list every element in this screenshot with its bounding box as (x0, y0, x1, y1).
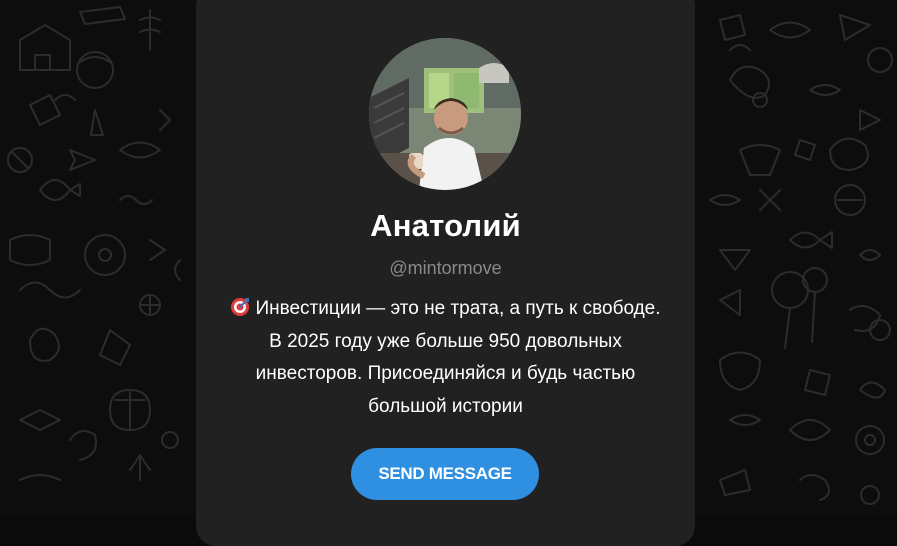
bio-line: большой истории (368, 395, 523, 417)
profile-name: Анатолий (370, 208, 521, 243)
profile-bio: Инвестиции — это не трата, а путь к своб… (206, 293, 685, 423)
send-message-button[interactable]: SEND MESSAGE (351, 448, 539, 500)
bio-line: Инвестиции — это не трата, а путь к своб… (206, 293, 685, 326)
bio-line: В 2025 году уже больше 950 довольных (269, 330, 622, 352)
profile-username[interactable]: @mintormove (196, 258, 695, 279)
bio-line-text: Инвестиции — это не трата, а путь к своб… (255, 298, 661, 319)
profile-avatar[interactable] (369, 38, 521, 190)
bio-line: инвесторов. Присоединяйся и будь частью (255, 363, 636, 384)
direct-hit-target-icon (231, 298, 250, 316)
avatar-photo (369, 38, 521, 190)
